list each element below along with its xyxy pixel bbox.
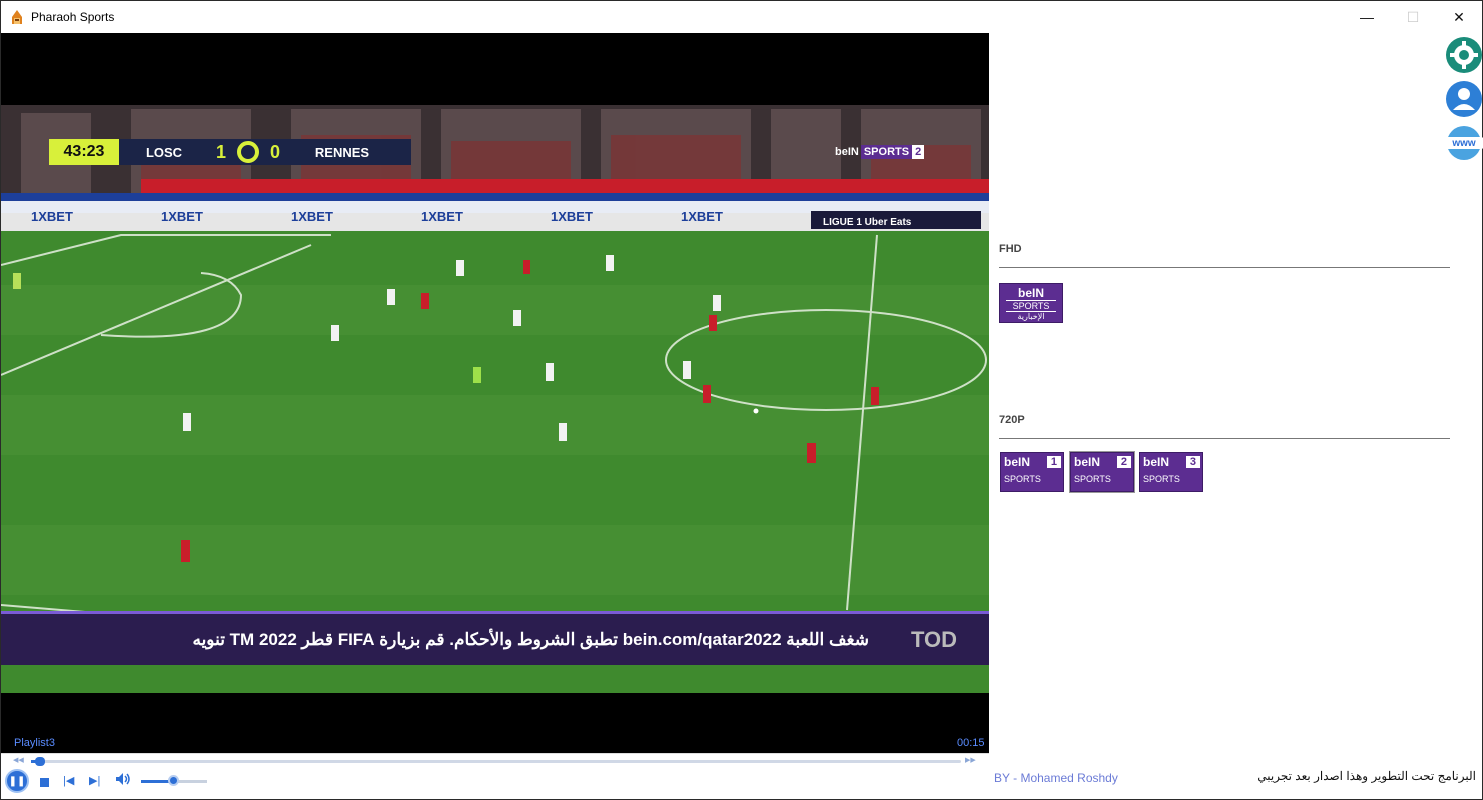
channel-sports: SPORTS: [1006, 300, 1056, 312]
title-bar: Pharaoh Sports — ☐ ✕: [1, 1, 1482, 33]
channel-bein-3[interactable]: beIN 3 SPORTS: [1139, 452, 1203, 492]
bug-sports: SPORTS: [860, 145, 913, 159]
account-button[interactable]: [1444, 81, 1483, 117]
maximize-button[interactable]: ☐: [1390, 1, 1436, 33]
channel-brand: beIN: [1017, 286, 1044, 300]
ligue1-logo-icon: [233, 139, 263, 165]
seek-handle[interactable]: [35, 757, 46, 766]
skip-back-icon: |◀: [63, 775, 75, 787]
channel-brand: beIN: [1074, 455, 1101, 469]
home-score: 1: [215, 141, 226, 162]
channel-number: 3: [1185, 456, 1200, 468]
channel-sports: SPORTS: [1004, 474, 1041, 484]
seek-bar[interactable]: [31, 757, 961, 766]
news-ticker: شغف اللعبة bein.com/qatar2022 تطبق الشرو…: [1, 615, 989, 665]
football-broadcast-frame: 1XBET1XBET 1XBET1XBET 1XBET1XBET 1XBET L…: [1, 105, 989, 693]
section-title-720p: 720P: [999, 414, 1025, 426]
svg-text:1XBET: 1XBET: [161, 209, 203, 224]
channel-number: 1: [1046, 456, 1061, 468]
svg-text:1XBET: 1XBET: [681, 209, 723, 224]
side-icon-bar: www: [1444, 37, 1483, 169]
video-player[interactable]: 1XBET1XBET 1XBET1XBET 1XBET1XBET 1XBET L…: [1, 33, 989, 753]
bug-number: 2: [912, 145, 925, 159]
match-clock: 43:23: [49, 139, 119, 165]
section-divider: [999, 267, 1450, 268]
section-divider: [999, 438, 1450, 439]
speaker-icon: [116, 773, 130, 785]
window-title: Pharaoh Sports: [31, 10, 115, 24]
channel-number: 2: [1116, 456, 1131, 468]
ticker-text: شغف اللعبة bein.com/qatar2022 تطبق الشرو…: [192, 630, 869, 649]
previous-button[interactable]: |◀: [63, 774, 74, 787]
bug-brand: beIN: [835, 146, 859, 158]
svg-text:1XBET: 1XBET: [421, 209, 463, 224]
settings-button[interactable]: [1444, 37, 1483, 73]
away-team: RENNES: [314, 144, 370, 160]
stop-button[interactable]: [38, 776, 50, 788]
away-score: 0: [269, 141, 280, 162]
home-team: LOSC: [145, 144, 183, 160]
skip-forward-icon: ▶|: [89, 775, 101, 787]
pause-button[interactable]: ❚❚: [5, 769, 29, 793]
svg-text:1XBET: 1XBET: [291, 209, 333, 224]
svg-text:LIGUE 1 Uber Eats: LIGUE 1 Uber Eats: [823, 217, 912, 228]
elapsed-time: 00:15: [957, 737, 985, 749]
dev-notice: البرنامج تحت التطوير وهذا اصدار بعد تجري…: [1257, 769, 1476, 783]
svg-text:1XBET: 1XBET: [31, 209, 73, 224]
playlist-label: Playlist3: [14, 737, 55, 749]
user-icon: [1446, 81, 1482, 117]
channel-brand: beIN: [1143, 455, 1170, 469]
channel-brand: beIN: [1004, 455, 1031, 469]
stop-icon: [39, 777, 49, 787]
seek-back-arrow-icon[interactable]: ◀◀: [13, 756, 24, 764]
volume-handle[interactable]: [168, 775, 179, 786]
pause-icon: ❚❚: [8, 775, 26, 787]
channel-sports: SPORTS: [1074, 474, 1111, 484]
website-button[interactable]: www: [1444, 125, 1483, 161]
channel-sub: الإخبارية: [1017, 312, 1045, 321]
app-window: Pharaoh Sports — ☐ ✕ 1XBET 1XBET 1XBET 1…: [0, 0, 1483, 800]
window-controls: — ☐ ✕: [1344, 1, 1482, 33]
pharaoh-app-icon: [12, 10, 22, 24]
channel-sports: SPORTS: [1143, 474, 1180, 484]
next-button[interactable]: ▶|: [89, 774, 100, 787]
channel-bein-2[interactable]: beIN 2 SPORTS: [1069, 451, 1135, 493]
section-title-fhd: FHD: [999, 243, 1022, 255]
www-label: www: [1452, 138, 1476, 149]
seek-forward-arrow-icon[interactable]: ▶▶: [965, 756, 976, 764]
channel-bein-news[interactable]: beIN SPORTS الإخبارية: [999, 283, 1063, 323]
gear-icon: [1446, 37, 1482, 73]
mute-button[interactable]: [115, 772, 131, 786]
minimize-button[interactable]: —: [1344, 1, 1390, 33]
video-frame: 1XBET1XBET 1XBET1XBET 1XBET1XBET 1XBET L…: [1, 105, 989, 693]
ticker-logo: TOD: [910, 627, 958, 652]
svg-text:1XBET: 1XBET: [551, 209, 593, 224]
channel-bein-1[interactable]: beIN 1 SPORTS: [1000, 452, 1064, 492]
player-controls: ◀◀ ▶▶ ❚❚ |◀ ▶|: [1, 753, 989, 799]
author-credit: BY - Mohamed Roshdy: [994, 771, 1118, 785]
scoreboard: 43:23 LOSC 1 0 RENNES: [49, 139, 411, 165]
close-button[interactable]: ✕: [1436, 1, 1482, 33]
bein-channel-bug: beIN SPORTS 2: [833, 143, 925, 161]
